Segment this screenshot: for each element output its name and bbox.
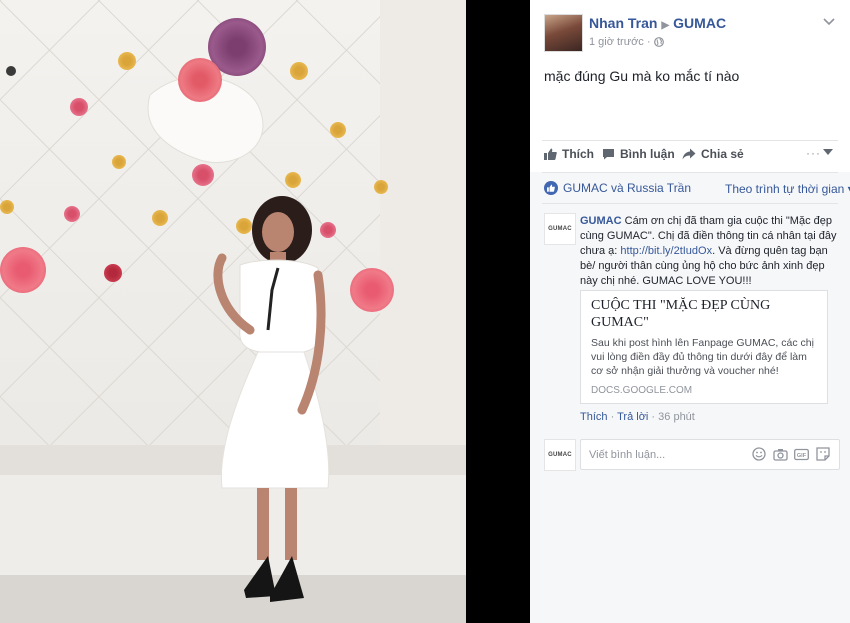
comment-sort-dropdown[interactable]: Theo trình tự thời gian ▾ (725, 182, 850, 196)
pink-flower-decoration (320, 222, 336, 238)
yellow-flower-decoration (236, 218, 252, 234)
thumbs-up-icon (544, 148, 557, 160)
target-page-link[interactable]: GUMAC (673, 15, 726, 31)
photo-wall-lattice (0, 0, 466, 623)
comment-url-link[interactable]: http://bit.ly/2tIudOx (620, 245, 712, 257)
link-card-domain: DOCS.GOOGLE.COM (591, 385, 693, 396)
link-card-title: CUỘC THI "MẶC ĐẸP CÙNG GUMAC" (591, 298, 771, 330)
post-panel: Nhan Tran ▶ GUMAC 1 giờ trước · mặc đúng G… (530, 0, 850, 623)
comment-composer[interactable]: GIF (580, 439, 840, 470)
yellow-flower-decoration (290, 62, 308, 80)
reaction-names: GUMAC và Russia Trần (563, 181, 692, 195)
share-button-label: Chia sẻ (701, 147, 744, 161)
red-flower-decoration (104, 264, 122, 282)
red-flower-decoration (0, 247, 46, 293)
share-icon (682, 148, 696, 160)
link-preview-card[interactable]: CUỘC THI "MẶC ĐẸP CÙNG GUMAC" Sau khi po… (580, 290, 828, 404)
emoji-icon[interactable] (751, 446, 767, 462)
comment-button[interactable]: Bình luận (602, 147, 675, 161)
comment-author-link[interactable]: GUMAC (580, 215, 622, 227)
gif-icon[interactable]: GIF (793, 446, 809, 462)
sticker-icon[interactable] (815, 446, 831, 462)
photo-side-bar (466, 0, 530, 623)
comment-input[interactable] (587, 446, 751, 464)
globe-icon[interactable] (653, 37, 664, 50)
yellow-flower-decoration (118, 52, 136, 70)
comment-actions: Thích · Trả lời · 36 phút (580, 411, 695, 423)
divider (542, 172, 838, 173)
more-options-dots-icon[interactable]: ··· (806, 146, 821, 160)
yellow-flower-decoration (374, 180, 388, 194)
post-timestamp-row: 1 giờ trước · (589, 36, 664, 50)
comment-timestamp[interactable]: 36 phút (658, 411, 695, 423)
yellow-flower-decoration (112, 155, 126, 169)
yellow-flower-decoration (285, 172, 301, 188)
comment-button-label: Bình luận (620, 147, 675, 161)
yellow-flower-decoration (0, 200, 14, 214)
divider (542, 203, 838, 204)
pink-flower-decoration (192, 164, 214, 186)
comment-like-link[interactable]: Thích (580, 411, 608, 423)
post-message: mặc đúng Gu mà ko mắc tí nào (544, 68, 740, 84)
share-button[interactable]: Chia sẻ (682, 147, 744, 161)
post-photo[interactable] (0, 0, 466, 623)
yellow-flower-decoration (152, 210, 168, 226)
dot-separator: · (646, 36, 654, 48)
pink-flower-decoration (64, 206, 80, 222)
yellow-flower-decoration (330, 122, 346, 138)
commenter-avatar[interactable]: GUMAC (544, 213, 576, 245)
post-timestamp[interactable]: 1 giờ trước (589, 36, 644, 48)
divider (542, 140, 838, 141)
author-name-link[interactable]: Nhan Tran (589, 15, 657, 31)
arrow-right-icon: ▶ (661, 20, 670, 31)
comment-body: GUMAC Cám ơn chị đã tham gia cuộc thi "M… (580, 214, 845, 289)
comment-reply-link[interactable]: Trả lời (617, 411, 648, 423)
pink-flower-decoration (70, 98, 88, 116)
author-avatar[interactable] (544, 14, 583, 52)
like-reaction-icon (544, 181, 558, 195)
like-button[interactable]: Thích (544, 147, 594, 161)
like-button-label: Thích (562, 147, 594, 161)
composer-avatar: GUMAC (544, 439, 576, 471)
reaction-summary[interactable]: GUMAC và Russia Trần (544, 181, 691, 195)
post-options-chevron-icon[interactable] (823, 14, 835, 29)
svg-text:GIF: GIF (796, 453, 806, 459)
dark-flower-decoration (6, 66, 16, 76)
comment-icon (603, 149, 614, 160)
post-header-names: Nhan Tran ▶ GUMAC (589, 15, 726, 31)
link-card-description: Sau khi post hình lên Fanpage GUMAC, các… (591, 337, 814, 377)
red-flower-decoration (178, 58, 222, 102)
red-flower-decoration (350, 268, 394, 312)
camera-icon[interactable] (772, 446, 788, 462)
chevron-down-icon[interactable] (823, 148, 833, 159)
